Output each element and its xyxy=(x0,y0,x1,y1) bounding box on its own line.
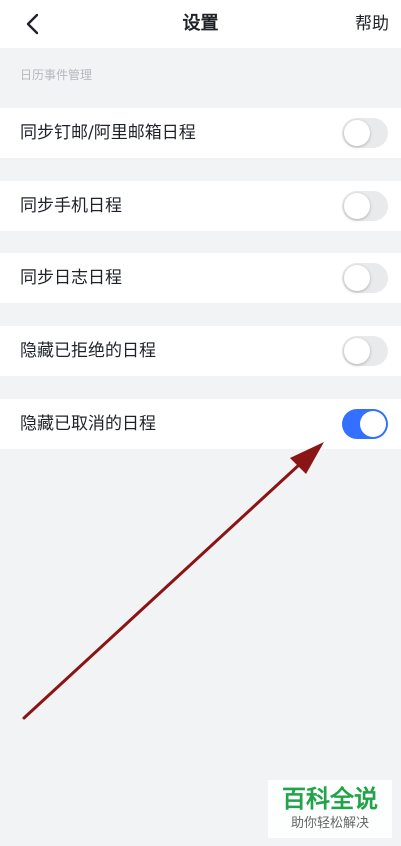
help-button[interactable]: 帮助 xyxy=(355,0,389,48)
sync-mail-toggle[interactable] xyxy=(342,118,388,148)
setting-label: 同步钉邮/阿里邮箱日程 xyxy=(20,123,196,143)
section-title: 日历事件管理 xyxy=(20,68,93,82)
setting-label: 同步日志日程 xyxy=(20,268,122,288)
setting-row-hide-declined[interactable]: 隐藏已拒绝的日程 xyxy=(0,326,401,376)
setting-label: 隐藏已取消的日程 xyxy=(20,414,156,434)
arrow-shaft xyxy=(22,462,302,720)
watermark-logo: 百科全说 助你轻松解决 xyxy=(268,780,392,838)
toggle-knob xyxy=(344,338,370,364)
setting-row-hide-cancelled[interactable]: 隐藏已取消的日程 xyxy=(0,399,401,449)
hide-declined-toggle[interactable] xyxy=(342,336,388,366)
watermark-subtitle: 助你轻松解决 xyxy=(290,816,369,831)
setting-row-sync-phone[interactable]: 同步手机日程 xyxy=(0,181,401,231)
setting-row-sync-log[interactable]: 同步日志日程 xyxy=(0,253,401,303)
toggle-knob xyxy=(344,120,370,146)
sync-phone-toggle[interactable] xyxy=(342,191,388,221)
navigation-bar: 设置 帮助 xyxy=(0,0,401,48)
setting-row-sync-mail[interactable]: 同步钉邮/阿里邮箱日程 xyxy=(0,108,401,158)
page-title: 设置 xyxy=(182,13,219,34)
watermark-title: 百科全说 xyxy=(282,785,378,813)
sync-log-toggle[interactable] xyxy=(342,263,388,293)
setting-label: 同步手机日程 xyxy=(20,196,122,216)
toggle-knob xyxy=(344,265,370,291)
toggle-knob xyxy=(360,411,386,437)
setting-label: 隐藏已拒绝的日程 xyxy=(20,341,156,361)
toggle-knob xyxy=(344,193,370,219)
hide-cancelled-toggle[interactable] xyxy=(342,409,388,439)
